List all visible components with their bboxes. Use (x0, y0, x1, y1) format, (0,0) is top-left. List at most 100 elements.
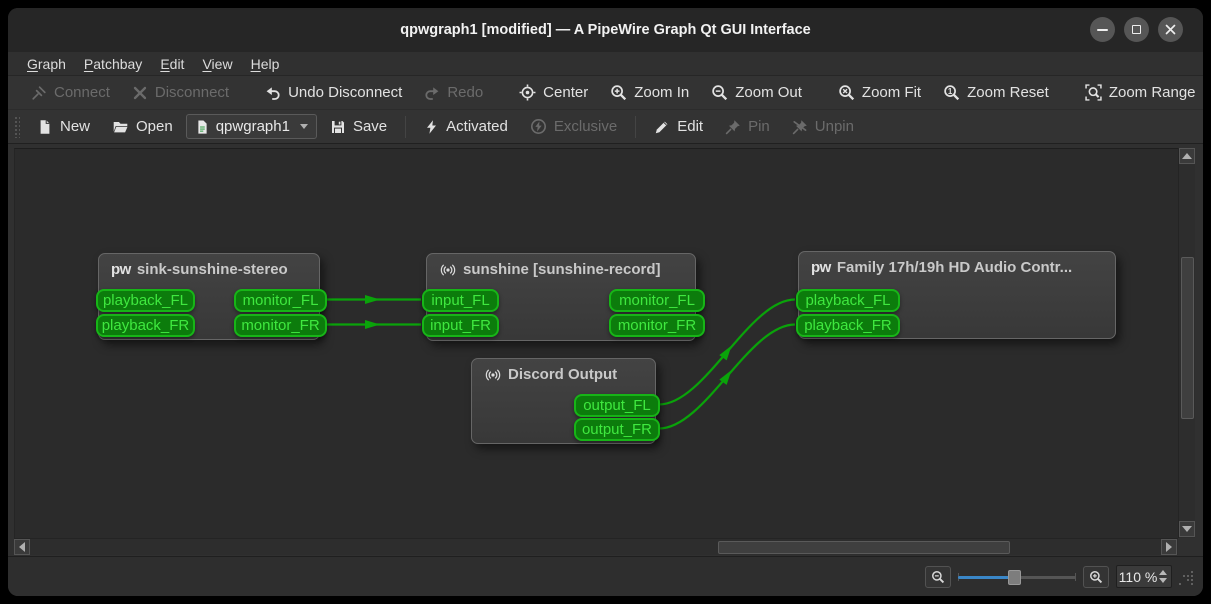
open-folder-icon (113, 121, 128, 132)
save-button[interactable]: Save (321, 114, 396, 139)
port-playback_FR[interactable]: playback_FR (96, 314, 195, 337)
node-sink-sunshine-stereo[interactable]: pw sink-sunshine-stereo playback_FL play… (96, 253, 327, 340)
undo-icon (266, 86, 280, 100)
maximize-button[interactable] (1124, 17, 1149, 42)
connection-layer (326, 295, 796, 430)
maximize-icon (1132, 25, 1141, 34)
chevron-down-icon (299, 124, 308, 129)
zoom-percent-spinbox[interactable]: 110 % (1116, 565, 1172, 588)
scroll-right-button[interactable] (1161, 539, 1177, 555)
port-monitor_FL[interactable]: monitor_FL (609, 289, 705, 312)
arrowhead-icon (365, 295, 380, 304)
menu-edit[interactable]: Edit (151, 54, 193, 74)
zoom-slider-track[interactable] (1014, 575, 1076, 579)
pipewire-icon: pw (811, 259, 831, 276)
edit-button[interactable]: Edit (645, 114, 712, 139)
graph-canvas[interactable]: pw sink-sunshine-stereo playback_FL play… (14, 148, 1178, 538)
minimize-button[interactable] (1090, 17, 1115, 42)
port-input_FR[interactable]: input_FR (422, 314, 499, 337)
zoom-range-button[interactable]: Zoom Range (1076, 80, 1203, 105)
unpin-button[interactable]: Unpin (783, 114, 863, 139)
patchbay-selector-value: qpwgraph1 (215, 118, 290, 135)
arrow-down-icon (1182, 526, 1192, 532)
zoom-slider-track-filled[interactable] (958, 575, 1014, 579)
patchbay-selector[interactable]: qpwgraph1 (185, 114, 317, 139)
connect-button[interactable]: Connect (22, 80, 119, 105)
scroll-up-button[interactable] (1179, 148, 1195, 164)
node-title: Family 17h/19h HD Audio Contr... (836, 259, 1073, 276)
zoom-in-button[interactable]: Zoom In (601, 80, 698, 105)
node-discord-output[interactable]: Discord Output output_FL output_FR (471, 358, 660, 444)
port-output_FR[interactable]: output_FR (574, 418, 660, 441)
undo-disconnect-button[interactable]: Undo Disconnect (256, 80, 411, 105)
port-output_FL[interactable]: output_FL (574, 394, 660, 417)
node-title: sink-sunshine-stereo (136, 261, 288, 278)
menu-patchbay[interactable]: Patchbay (75, 54, 151, 74)
window-resize-grip[interactable] (1179, 569, 1195, 585)
pencil-icon (656, 121, 668, 133)
patchbay-file-icon (198, 119, 207, 134)
arrow-right-icon (1166, 542, 1172, 552)
pin-button[interactable]: Pin (716, 114, 779, 139)
statusbar: 110 % (8, 556, 1203, 596)
port-playback_FR[interactable]: playback_FR (796, 314, 900, 337)
port-playback_FL[interactable]: playback_FL (96, 289, 195, 312)
arrow-up-icon (1182, 153, 1192, 159)
horizontal-scrollbar-thumb[interactable] (718, 541, 1010, 554)
redo-icon (425, 86, 439, 100)
toolbar-drag-handle[interactable] (14, 115, 20, 138)
zoom-slider-handle[interactable] (1008, 569, 1021, 585)
zoom-out-icon (712, 85, 728, 101)
zoom-reset-icon: 1 (944, 85, 960, 101)
menu-help[interactable]: Help (242, 54, 289, 74)
node-title: sunshine [sunshine-record] (463, 261, 661, 278)
toolbar-separator (405, 115, 407, 138)
spin-up-button[interactable] (1159, 570, 1167, 575)
spin-down-button[interactable] (1159, 578, 1167, 583)
exclusive-button[interactable]: Exclusive (521, 114, 626, 139)
zoom-slider[interactable] (958, 566, 1076, 588)
toolbar-separator (635, 115, 637, 138)
minimize-icon (1097, 28, 1108, 31)
arrowhead-icon (365, 320, 380, 329)
app-window: qpwgraph1 [modified] — A PipeWire Graph … (8, 8, 1203, 596)
disconnect-button[interactable]: Disconnect (123, 80, 238, 105)
menu-view[interactable]: View (193, 54, 241, 74)
activated-button[interactable]: Activated (415, 114, 517, 139)
port-playback_FL[interactable]: playback_FL (796, 289, 900, 312)
disconnect-icon (133, 86, 147, 99)
zoom-fit-button[interactable]: Zoom Fit (829, 80, 930, 105)
close-button[interactable] (1158, 17, 1183, 42)
menubar: Graph Patchbay Edit View Help (8, 52, 1203, 76)
zoom-fit-icon (839, 85, 855, 101)
node-family-hd-audio[interactable]: pw Family 17h/19h HD Audio Contr... play… (796, 251, 1116, 339)
scroll-down-button[interactable] (1179, 521, 1195, 537)
pin-icon (725, 119, 740, 134)
save-icon (331, 120, 344, 133)
arrow-left-icon (19, 542, 25, 552)
zoom-range-icon (1085, 84, 1102, 101)
vertical-scrollbar-thumb[interactable] (1181, 257, 1194, 419)
port-input_FL[interactable]: input_FL (422, 289, 499, 312)
menu-graph[interactable]: Graph (18, 54, 75, 74)
redo-button[interactable]: Redo (415, 80, 492, 105)
statusbar-zoom-in-button[interactable] (1083, 565, 1109, 588)
scroll-left-button[interactable] (14, 539, 30, 555)
port-monitor_FL[interactable]: monitor_FL (234, 289, 327, 312)
center-button[interactable]: Center (510, 80, 597, 105)
zoom-reset-button[interactable]: 1 Zoom Reset (934, 80, 1058, 105)
spinbox-arrows (1159, 570, 1171, 583)
port-monitor_FR[interactable]: monitor_FR (234, 314, 327, 337)
toolbar-edit: Connect Disconnect Undo Disconnect Redo … (8, 76, 1203, 110)
node-sunshine[interactable]: sunshine [sunshine-record] input_FL inpu… (422, 253, 705, 341)
toolbar-file: New Open qpwgraph1 Save Activated Exclus… (8, 110, 1203, 144)
new-button[interactable]: New (28, 114, 99, 139)
svg-text:1: 1 (948, 87, 953, 96)
vertical-scrollbar[interactable] (1178, 148, 1195, 538)
open-button[interactable]: Open (103, 114, 182, 139)
zoom-out-button[interactable]: Zoom Out (702, 80, 811, 105)
titlebar[interactable]: qpwgraph1 [modified] — A PipeWire Graph … (8, 8, 1203, 52)
port-monitor_FR[interactable]: monitor_FR (609, 314, 705, 337)
statusbar-zoom-out-button[interactable] (925, 565, 951, 588)
horizontal-scrollbar[interactable] (14, 538, 1178, 555)
